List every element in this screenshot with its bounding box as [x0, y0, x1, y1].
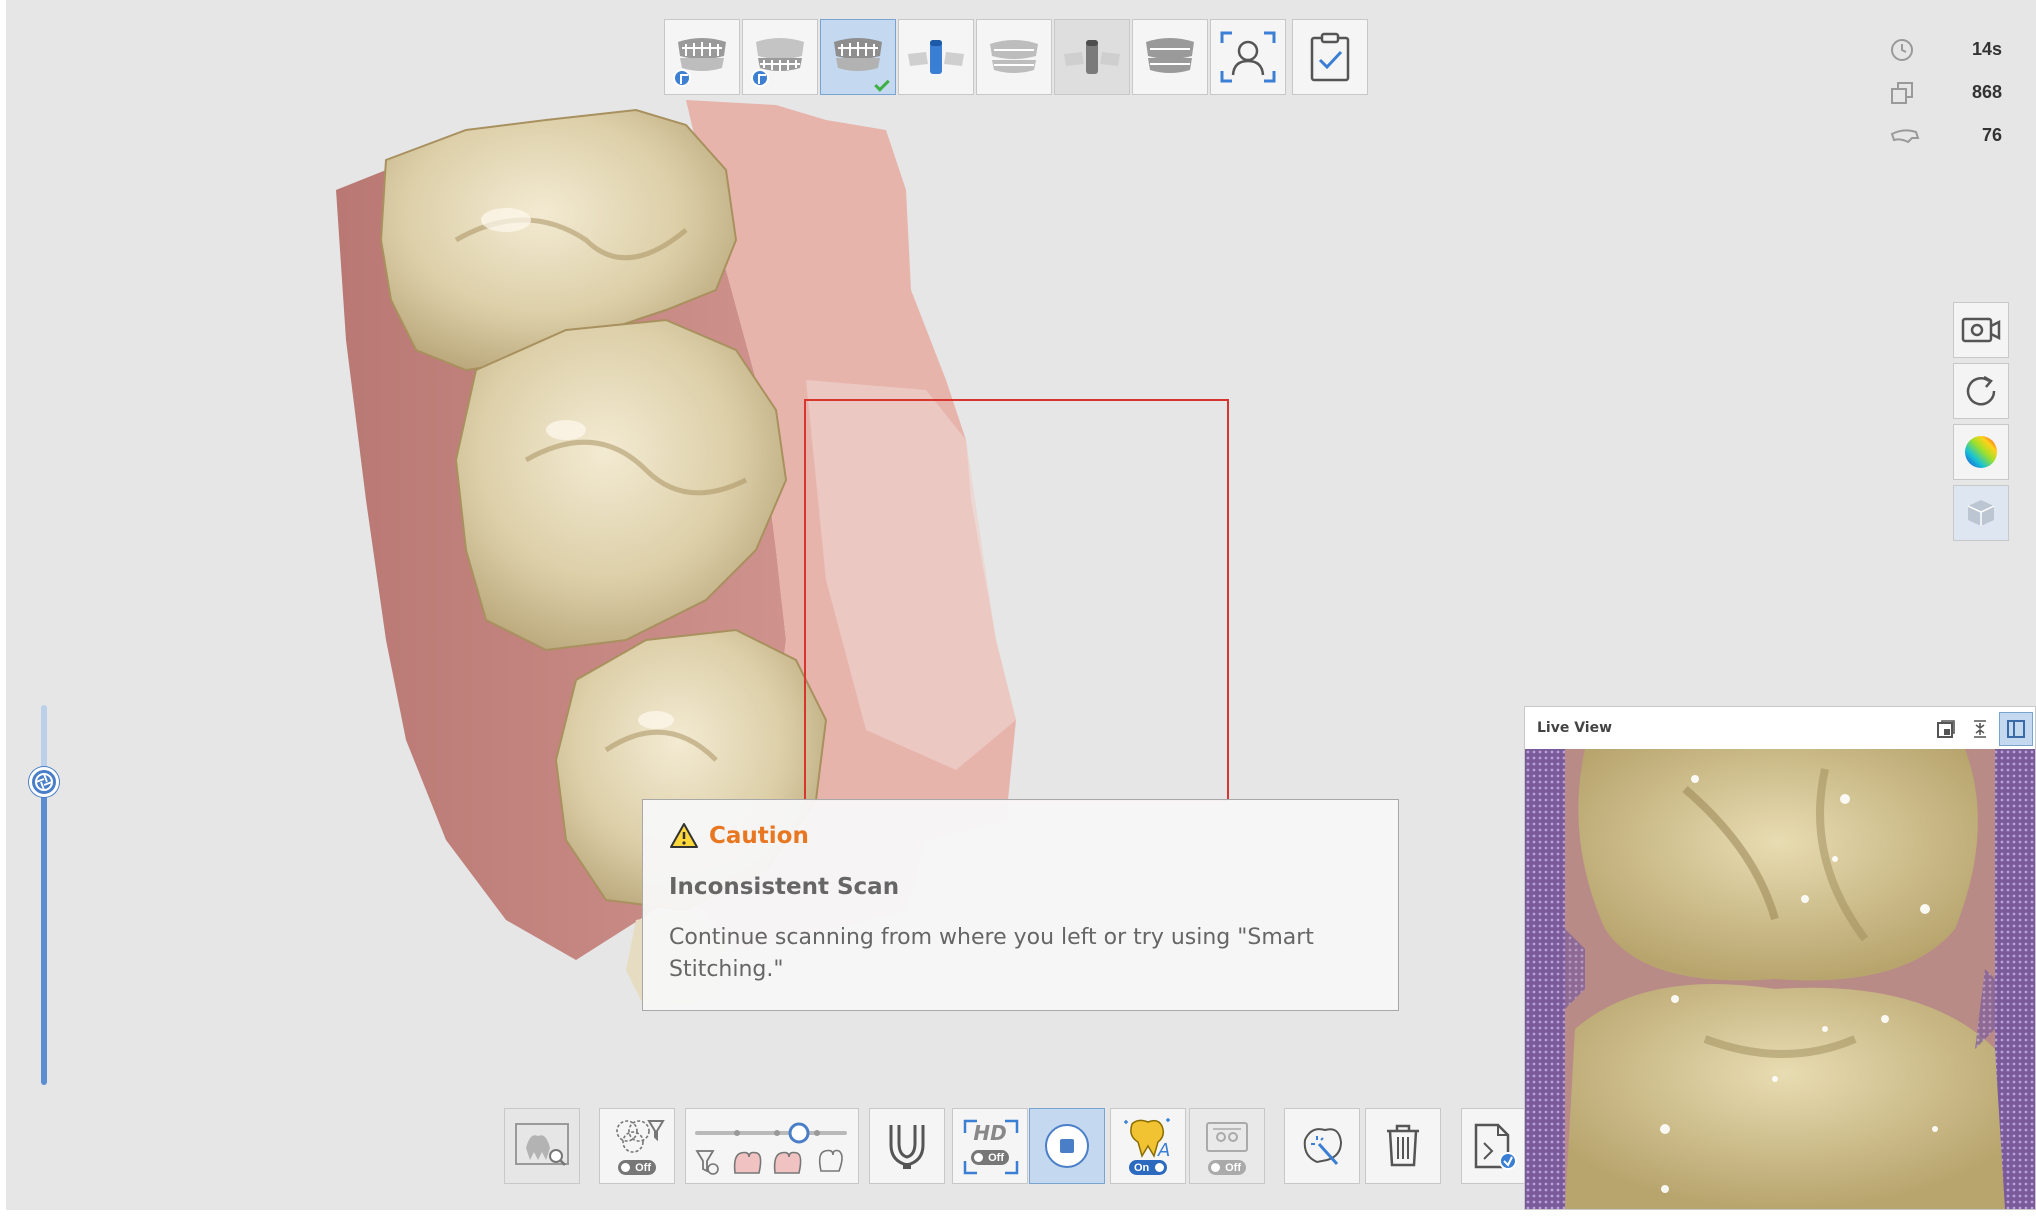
bite-icon [1146, 38, 1194, 73]
filter-level-slider[interactable] [687, 1111, 857, 1181]
caution-title: Caution [709, 822, 809, 849]
filter-level-slider-panel [685, 1108, 859, 1184]
stop-icon [1045, 1124, 1089, 1168]
highlight [481, 208, 531, 232]
hd-label: HD [973, 1121, 1007, 1145]
third-stat-value: 76 [1981, 125, 2002, 145]
cube-icon [1967, 500, 1995, 526]
scanner-icon [1890, 128, 1920, 143]
extra-toggle[interactable]: Off [1208, 1160, 1246, 1175]
scan-area-frame [804, 399, 1229, 801]
venn-filter-icon [616, 1120, 665, 1153]
aperture-icon [35, 773, 53, 791]
jaws-icon [990, 40, 1038, 73]
clock-icon [1891, 38, 1913, 61]
ai-tooth-icon: A [1124, 1118, 1170, 1161]
hd-toggle[interactable]: Off [971, 1150, 1009, 1165]
slider-thumb[interactable] [29, 767, 59, 797]
stage-scanbody-button[interactable] [898, 19, 974, 95]
video-record-button[interactable] [1953, 302, 2009, 358]
data-filter-button[interactable]: Off [599, 1108, 675, 1184]
live-view-collapse-button[interactable] [1963, 712, 1997, 746]
caution-heading: Inconsistent Scan [669, 874, 900, 900]
export-button[interactable] [1461, 1108, 1524, 1184]
scan-stage-toolbar [664, 19, 1368, 95]
ai-toggle[interactable]: On [1129, 1160, 1167, 1175]
reset-view-button[interactable] [1953, 363, 2009, 419]
upper-jaw-pre-op-icon [834, 38, 882, 71]
scan-time-value: 14s [1971, 39, 2002, 59]
refresh-icon [1966, 375, 1996, 406]
video-camera-icon [1961, 317, 2001, 343]
popout-icon [1937, 720, 1955, 738]
stat-third: 76 [1890, 114, 2002, 157]
brightness-slider[interactable] [29, 705, 59, 1085]
filter-toggle[interactable]: Off [618, 1160, 656, 1175]
live-view-panel[interactable]: Live View [1524, 706, 2036, 1210]
trash-icon [1387, 1124, 1419, 1167]
texture-mode-button[interactable] [1953, 485, 2009, 541]
scanbody-icon [908, 40, 964, 74]
stage-checklist-button[interactable] [1292, 19, 1368, 95]
highlight [638, 711, 674, 729]
ai-scan-button[interactable]: A On [1110, 1108, 1186, 1184]
scan-filter-view-button[interactable] [504, 1108, 580, 1184]
stage-bite-button[interactable] [1132, 19, 1208, 95]
stat-scan-time: 14s [1890, 28, 2002, 71]
svg-text:A: A [1157, 1140, 1170, 1161]
stage-lower-jaw-button[interactable] [742, 19, 818, 95]
stat-image-count: 868 [1890, 71, 2002, 114]
stage-upper-jaw-preop-button[interactable] [820, 19, 896, 95]
live-camera-image [1525, 749, 2035, 1209]
scanner-app: 14s 868 76 Caution Inconsistent Scan Con… [6, 0, 2036, 1210]
scan-stats: 14s 868 76 [1890, 28, 2002, 157]
extra-mode-button[interactable]: Off [1189, 1108, 1265, 1184]
hd-mode-button[interactable]: HD Off [952, 1108, 1028, 1184]
tooth-search-icon [515, 1123, 569, 1166]
abutment-icon [1064, 40, 1120, 74]
live-view-title: Live View [1537, 720, 1613, 736]
stage-upper-jaw-button[interactable] [664, 19, 740, 95]
live-view-split-button[interactable] [1999, 712, 2033, 746]
copy-frames-icon [1891, 81, 1913, 104]
flag-icon [673, 69, 691, 87]
export-file-icon [1474, 1123, 1517, 1170]
delete-button[interactable] [1365, 1108, 1441, 1184]
caution-message: Continue scanning from where you left or… [669, 925, 1314, 982]
arch-icon [889, 1125, 925, 1169]
color-sphere-icon [1965, 436, 1997, 468]
collapse-icon [1974, 720, 1986, 738]
warning-icon [670, 823, 698, 848]
caution-dialog[interactable]: Caution Inconsistent Scan Continue scann… [642, 799, 1399, 1011]
live-view-header: Live View [1525, 707, 2035, 749]
face-scan-icon [1220, 31, 1276, 83]
right-toolbar [1953, 302, 2009, 541]
magic-wand-icon [1303, 1128, 1343, 1166]
highlight [546, 420, 586, 440]
stage-abutment-button[interactable] [1054, 19, 1130, 95]
arch-button[interactable] [869, 1108, 945, 1184]
monitor-icon [1206, 1122, 1248, 1152]
checklist-icon [1310, 32, 1350, 82]
flag-icon [751, 69, 769, 87]
split-view-icon [2007, 720, 2025, 738]
slider-track-lower [41, 780, 47, 1085]
smart-stitching-button[interactable] [1284, 1108, 1360, 1184]
stage-jaws-button[interactable] [976, 19, 1052, 95]
caution-header: Caution [669, 822, 1372, 849]
live-view-popout-button[interactable] [1929, 712, 1963, 746]
color-mode-button[interactable] [1953, 424, 2009, 480]
stop-scan-button[interactable] [1029, 1108, 1105, 1184]
stage-face-scan-button[interactable] [1210, 19, 1286, 95]
image-count-value: 868 [1971, 82, 2002, 102]
